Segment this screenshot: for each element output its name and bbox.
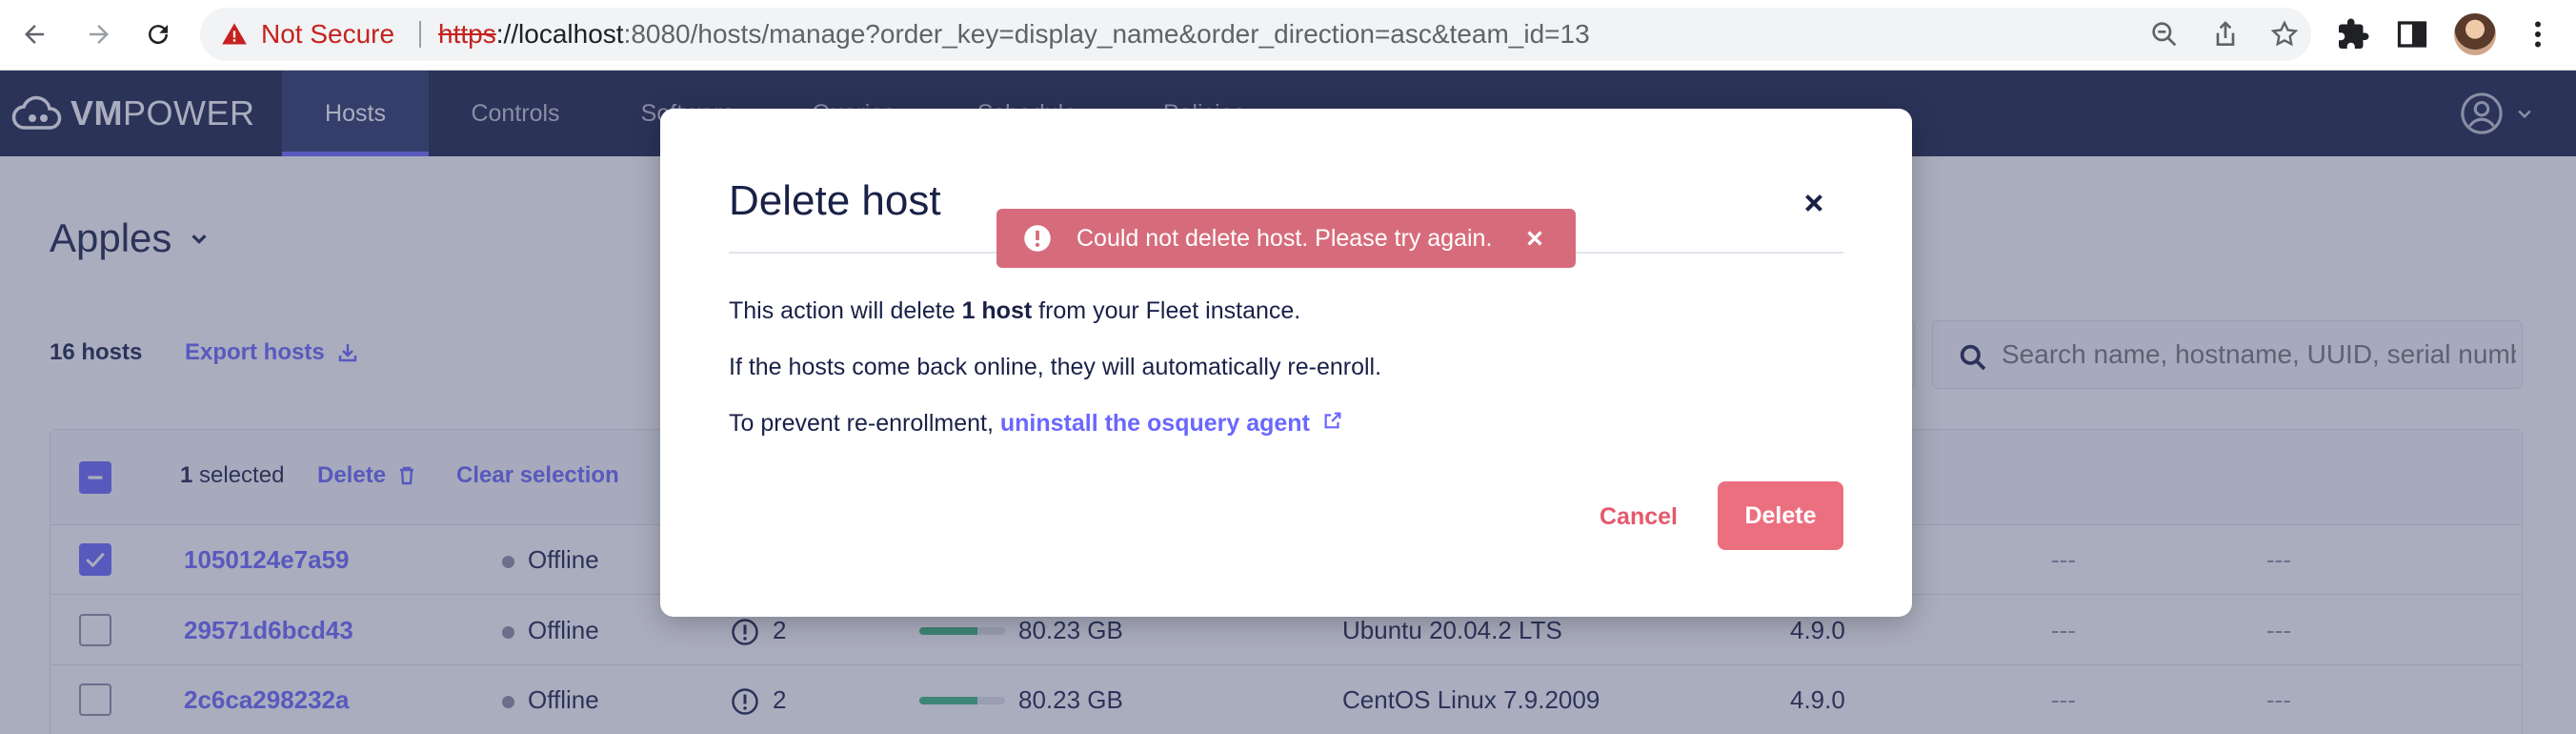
share-icon[interactable] <box>2210 19 2241 50</box>
arrow-right-icon <box>90 25 109 44</box>
cancel-button[interactable]: Cancel <box>1600 482 1678 551</box>
uninstall-agent-link[interactable]: uninstall the osquery agent <box>1000 410 1310 437</box>
close-icon[interactable] <box>1524 228 1545 249</box>
bookmark-star-icon[interactable] <box>2269 19 2300 50</box>
url-path: :8080/hosts/manage?order_key=display_nam… <box>623 19 1590 49</box>
url-host: ://localhost <box>495 19 624 49</box>
error-icon <box>1024 225 1051 252</box>
warning-triangle-icon <box>222 23 247 45</box>
zoom-icon[interactable] <box>2149 19 2180 50</box>
arrow-left-icon <box>25 25 44 44</box>
url-scheme: https <box>438 19 496 49</box>
forward-button[interactable] <box>78 13 120 55</box>
address-bar[interactable]: Not Secure https://localhost:8080/hosts/… <box>200 8 2311 61</box>
profile-avatar[interactable] <box>2454 13 2496 55</box>
close-icon[interactable] <box>1800 189 1828 217</box>
flash-message-text: Could not delete host. Please try again. <box>1077 225 1493 252</box>
browser-toolbar: Not Secure https://localhost:8080/hosts/… <box>0 0 2576 71</box>
external-link-icon[interactable] <box>1322 410 1343 431</box>
reload-icon <box>149 25 169 45</box>
side-panel-icon[interactable] <box>2395 17 2429 51</box>
not-secure-label[interactable]: Not Secure <box>261 8 394 61</box>
back-button[interactable] <box>13 13 55 55</box>
reload-button[interactable] <box>137 13 179 55</box>
address-divider <box>419 21 421 48</box>
modal-line-3: To prevent re-enrollment, uninstall the … <box>729 410 1343 438</box>
error-flash-message: Could not delete host. Please try again. <box>996 209 1576 268</box>
more-vert-icon[interactable] <box>2521 17 2555 51</box>
delete-host-modal: Delete host This action will delete 1 ho… <box>660 109 1912 617</box>
extensions-puzzle-icon[interactable] <box>2336 17 2370 51</box>
url-text[interactable]: https://localhost:8080/hosts/manage?orde… <box>438 8 1590 61</box>
modal-line-2: If the hosts come back online, they will… <box>729 354 1382 380</box>
modal-line-1: This action will delete 1 host from your… <box>729 297 1301 324</box>
modal-title: Delete host <box>729 177 941 224</box>
delete-button[interactable]: Delete <box>1718 481 1843 550</box>
